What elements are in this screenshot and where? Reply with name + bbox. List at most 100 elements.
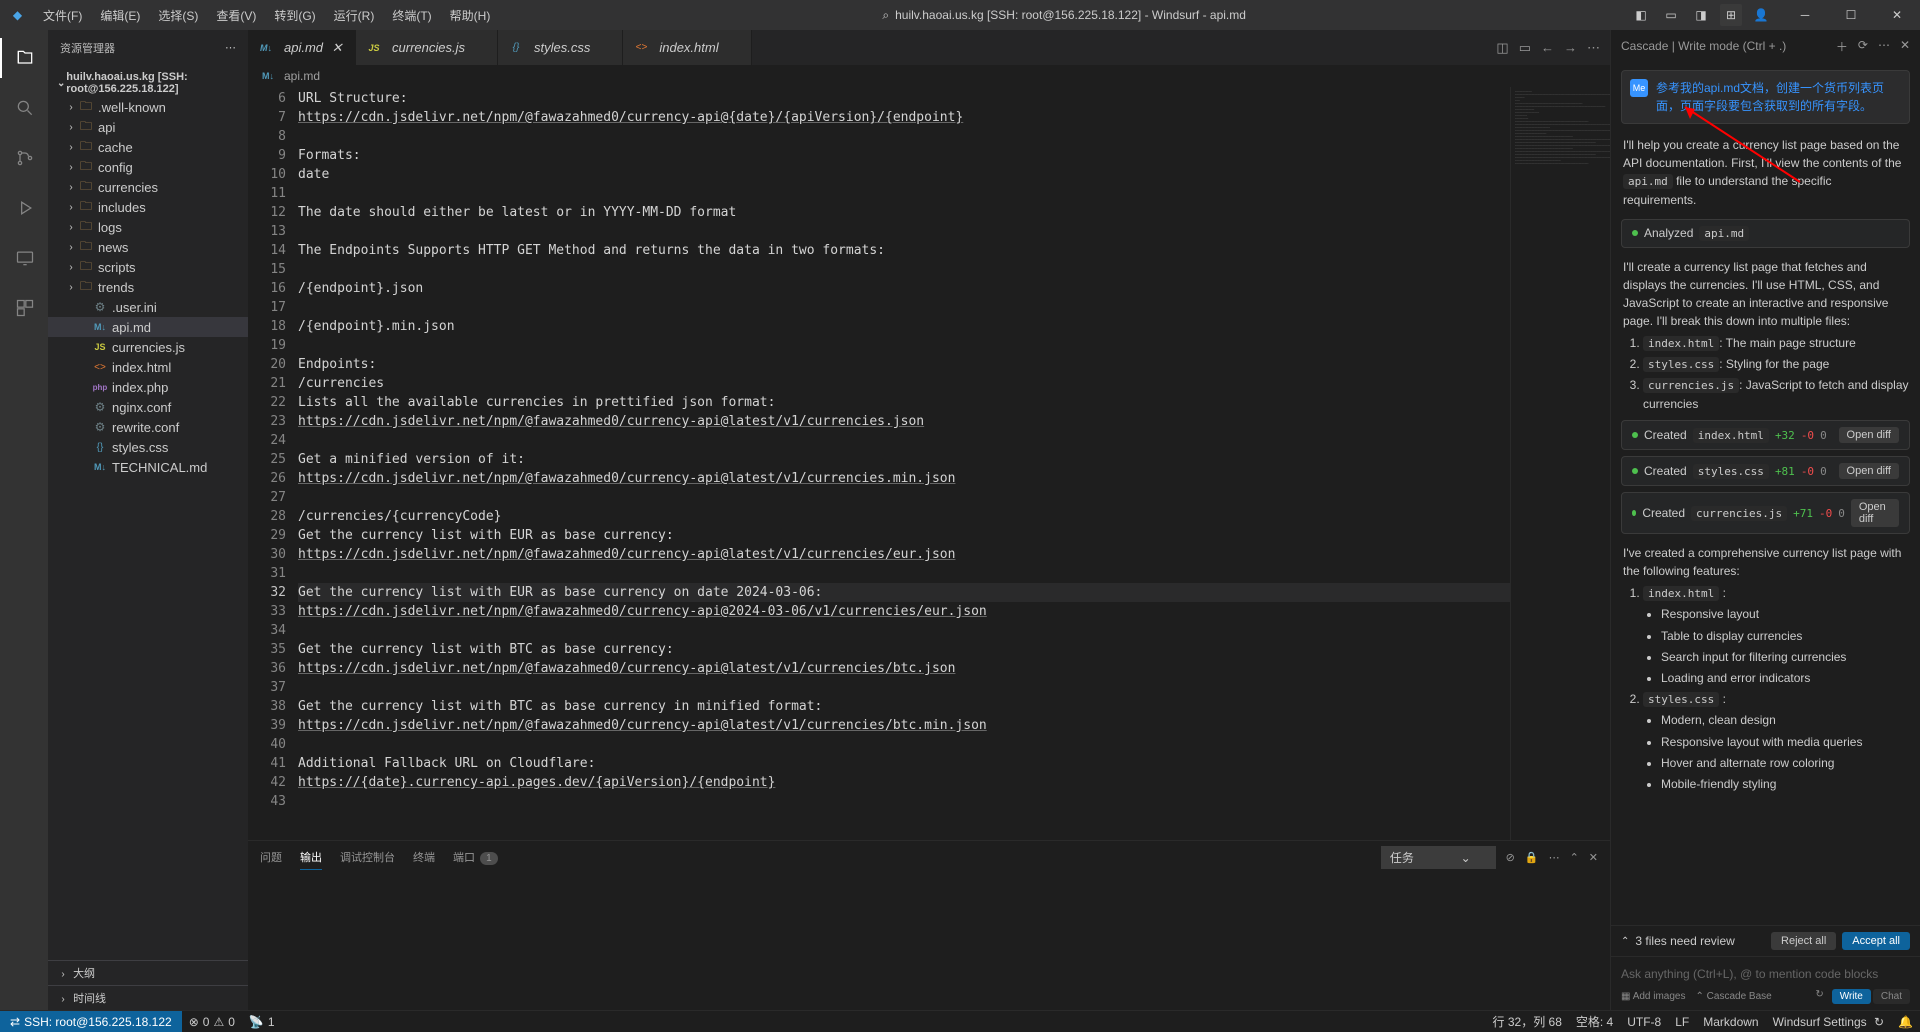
open-diff-button[interactable]: Open diff xyxy=(1851,499,1899,527)
cursor-pos-status[interactable]: 行 32，列 68 xyxy=(1486,1013,1569,1030)
created-file-action[interactable]: Created currencies.js +71 -0 0Open diff xyxy=(1621,492,1910,534)
minimap[interactable]: ▬▬▬▬▬▬▬▬▬▬▬▬▬▬▬▬▬▬▬▬▬▬▬▬▬▬▬▬▬▬▬▬▬▬▬▬▬▬▬▬… xyxy=(1510,87,1610,840)
code-line[interactable]: /currencies/{currencyCode} xyxy=(298,507,1510,526)
folder-item[interactable]: ›🗀trends xyxy=(48,277,248,297)
panel-tab[interactable]: 问题 xyxy=(260,845,282,869)
menu-item[interactable]: 帮助(H) xyxy=(442,3,499,28)
file-item[interactable]: ⚙nginx.conf xyxy=(48,397,248,417)
extensions-activity[interactable] xyxy=(0,288,48,328)
code-line[interactable]: Additional Fallback URL on Cloudflare: xyxy=(298,754,1510,773)
indent-status[interactable]: 空格: 4 xyxy=(1569,1013,1620,1030)
encoding-status[interactable]: UTF-8 xyxy=(1620,1015,1668,1029)
remote-activity[interactable] xyxy=(0,238,48,278)
layout-secondary-icon[interactable]: ◨ xyxy=(1690,4,1712,26)
editor-tab[interactable]: M↓api.md✕ xyxy=(248,30,356,65)
nav-back-icon[interactable]: ← xyxy=(1541,40,1554,56)
file-item[interactable]: phpindex.php xyxy=(48,377,248,397)
cascade-more-icon[interactable]: ⋯ xyxy=(1878,38,1890,55)
explorer-activity[interactable] xyxy=(0,38,48,78)
menu-item[interactable]: 转到(G) xyxy=(266,3,323,28)
file-item[interactable]: ⚙.user.ini xyxy=(48,297,248,317)
folder-item[interactable]: ›🗀.well-known xyxy=(48,97,248,117)
code-line[interactable]: Lists all the available currencies in pr… xyxy=(298,393,1510,412)
code-line[interactable]: https://cdn.jsdelivr.net/npm/@fawazahmed… xyxy=(298,659,1510,678)
remote-status[interactable]: ⇄ SSH: root@156.225.18.122 xyxy=(0,1011,182,1032)
accept-all-button[interactable]: Accept all xyxy=(1842,932,1910,950)
debug-activity[interactable] xyxy=(0,188,48,228)
code-line[interactable]: Endpoints: xyxy=(298,355,1510,374)
history-icon[interactable]: ⟳ xyxy=(1858,38,1868,55)
customize-layout-icon[interactable]: ⊞ xyxy=(1720,4,1742,26)
code-line[interactable] xyxy=(298,678,1510,697)
code-line[interactable]: Get the currency list with EUR as base c… xyxy=(298,526,1510,545)
folder-item[interactable]: ›🗀scripts xyxy=(48,257,248,277)
code-line[interactable] xyxy=(298,431,1510,450)
code-line[interactable]: date xyxy=(298,165,1510,184)
editor-tab[interactable]: <>index.html✕ xyxy=(623,30,751,65)
panel-close-icon[interactable]: ✕ xyxy=(1589,851,1598,864)
layout-panel-icon[interactable]: ▭ xyxy=(1660,4,1682,26)
editor-tab[interactable]: {}styles.css✕ xyxy=(498,30,623,65)
explorer-root[interactable]: ⌄ huilv.haoai.us.kg [SSH: root@156.225.1… xyxy=(48,69,248,97)
open-diff-button[interactable]: Open diff xyxy=(1839,463,1899,479)
windsurf-status[interactable]: Windsurf Settings ↻ xyxy=(1766,1015,1891,1029)
panel-tab[interactable]: 输出 xyxy=(300,845,322,870)
code-line[interactable]: The date should either be latest or in Y… xyxy=(298,203,1510,222)
code-line[interactable]: Formats: xyxy=(298,146,1510,165)
menu-item[interactable]: 运行(R) xyxy=(326,3,383,28)
file-item[interactable]: <>index.html xyxy=(48,357,248,377)
code-line[interactable]: https://cdn.jsdelivr.net/npm/@fawazahmed… xyxy=(298,412,1510,431)
editor-more-icon[interactable]: ⋯ xyxy=(1587,40,1600,56)
send-icon[interactable]: ↻ xyxy=(1815,989,1823,1004)
analyzed-action[interactable]: Analyzed api.md xyxy=(1621,219,1910,248)
file-item[interactable]: {}styles.css xyxy=(48,437,248,457)
ports-status[interactable]: 📡1 xyxy=(242,1011,282,1032)
code-line[interactable]: https://cdn.jsdelivr.net/npm/@fawazahmed… xyxy=(298,108,1510,127)
write-mode-button[interactable]: Write xyxy=(1832,989,1871,1004)
editor-tab[interactable]: JScurrencies.js✕ xyxy=(356,30,498,65)
file-item[interactable]: M↓TECHNICAL.md xyxy=(48,457,248,477)
chevron-up-icon[interactable]: ⌃ xyxy=(1621,936,1629,947)
code-line[interactable]: The Endpoints Supports HTTP GET Method a… xyxy=(298,241,1510,260)
panel-tab[interactable]: 调试控制台 xyxy=(340,845,395,869)
code-line[interactable] xyxy=(298,488,1510,507)
code-line[interactable] xyxy=(298,222,1510,241)
file-item[interactable]: JScurrencies.js xyxy=(48,337,248,357)
code-line[interactable]: /{endpoint}.json xyxy=(298,279,1510,298)
code-line[interactable]: https://cdn.jsdelivr.net/npm/@fawazahmed… xyxy=(298,469,1510,488)
code-line[interactable] xyxy=(298,564,1510,583)
menu-item[interactable]: 终端(T) xyxy=(384,3,439,28)
scm-activity[interactable] xyxy=(0,138,48,178)
created-file-action[interactable]: Created index.html +32 -0 0Open diff xyxy=(1621,420,1910,450)
panel-more-icon[interactable]: ⋯ xyxy=(1549,851,1560,864)
panel-tab[interactable]: 终端 xyxy=(413,845,435,869)
lang-status[interactable]: Markdown xyxy=(1696,1015,1765,1029)
code-line[interactable]: Get the currency list with EUR as base c… xyxy=(298,583,1510,602)
file-item[interactable]: ⚙rewrite.conf xyxy=(48,417,248,437)
account-icon[interactable]: 👤 xyxy=(1750,4,1772,26)
tab-close-icon[interactable]: ✕ xyxy=(329,40,345,56)
open-diff-button[interactable]: Open diff xyxy=(1839,427,1899,443)
editor-layout-icon[interactable]: ▭ xyxy=(1519,40,1531,56)
sidebar-more-icon[interactable]: ⋯ xyxy=(225,41,236,54)
created-file-action[interactable]: Created styles.css +81 -0 0Open diff xyxy=(1621,456,1910,486)
close-button[interactable]: ✕ xyxy=(1874,0,1920,30)
code-line[interactable]: Get the currency list with BTC as base c… xyxy=(298,640,1510,659)
folder-item[interactable]: ›🗀news xyxy=(48,237,248,257)
menu-item[interactable]: 文件(F) xyxy=(35,3,90,28)
code-line[interactable]: https://{date}.currency-api.pages.dev/{a… xyxy=(298,773,1510,792)
code-line[interactable] xyxy=(298,792,1510,811)
folder-item[interactable]: ›🗀logs xyxy=(48,217,248,237)
folder-item[interactable]: ›🗀config xyxy=(48,157,248,177)
code-line[interactable] xyxy=(298,127,1510,146)
code-line[interactable]: Get the currency list with BTC as base c… xyxy=(298,697,1510,716)
notifications-icon[interactable]: 🔔 xyxy=(1891,1015,1920,1029)
nav-fwd-icon[interactable]: → xyxy=(1564,40,1577,56)
timeline-section[interactable]: › 时间线 xyxy=(48,985,248,1010)
cascade-close-icon[interactable]: ✕ xyxy=(1900,38,1910,55)
folder-item[interactable]: ›🗀includes xyxy=(48,197,248,217)
minimize-button[interactable]: ─ xyxy=(1782,0,1828,30)
code-line[interactable] xyxy=(298,621,1510,640)
task-dropdown[interactable]: 任务 ⌄ xyxy=(1381,846,1496,869)
code-line[interactable]: /{endpoint}.min.json xyxy=(298,317,1510,336)
